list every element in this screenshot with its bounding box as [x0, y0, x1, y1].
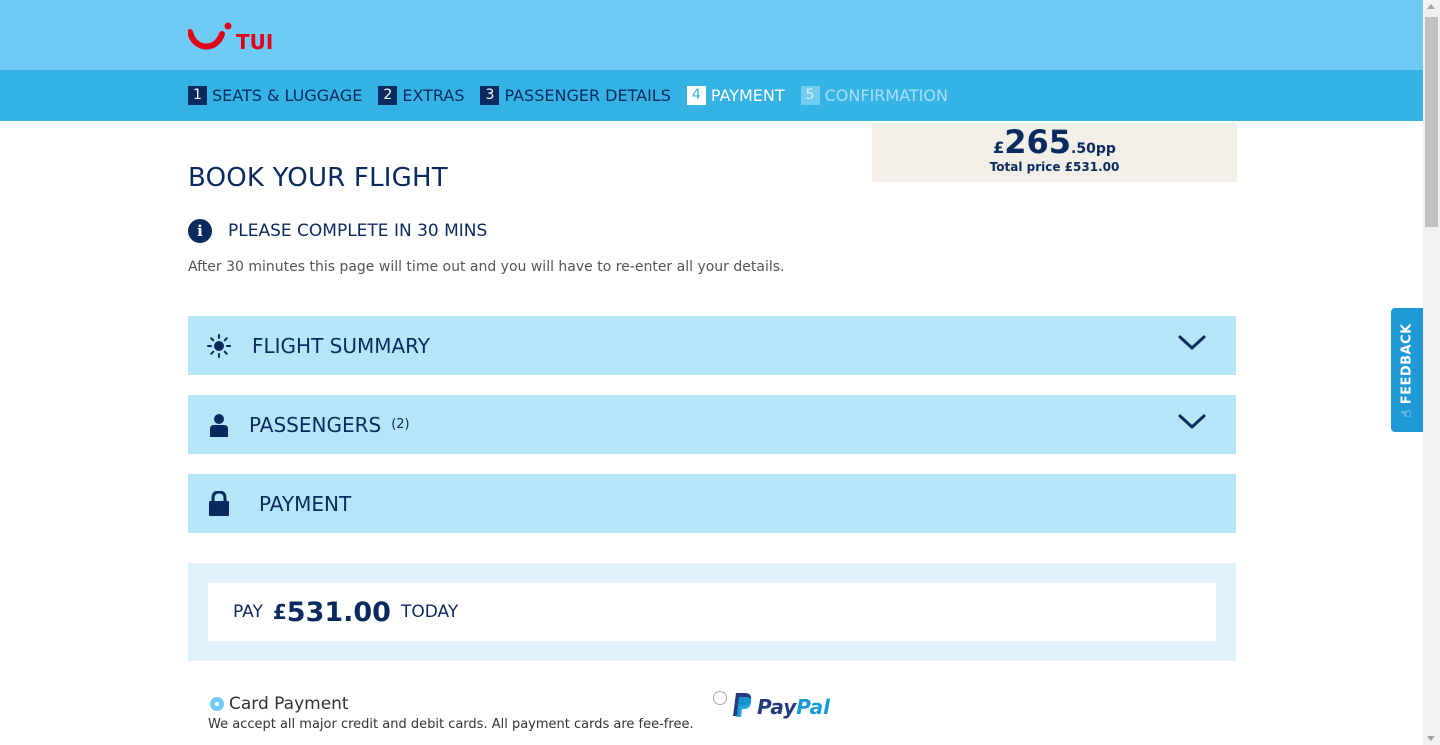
booking-steps: 1 SEATS & LUGGAGE 2 EXTRAS 3 PASSENGER D… [188, 86, 964, 105]
hand-pointer-icon: ☝ [1399, 408, 1415, 418]
payment-section: PAYMENT [188, 474, 1236, 533]
person-icon [207, 413, 231, 437]
card-payment-label: Card Payment [229, 694, 349, 714]
section-title: FLIGHT SUMMARY [252, 333, 431, 358]
paypal-wordmark: PayPal [757, 695, 830, 719]
price-per-person: £265.50pp [872, 123, 1237, 161]
scroll-up-arrow-icon[interactable] [1427, 4, 1435, 9]
step-label: CONFIRMATION [824, 86, 948, 105]
step-label: PASSENGER DETAILS [504, 86, 671, 105]
pay-today-box: PAY £ 531.00 TODAY [208, 583, 1216, 641]
pay-label: PAY [233, 602, 263, 622]
paypal-word-pal: Pal [796, 695, 831, 719]
timeout-text: After 30 minutes this page will time out… [188, 259, 785, 275]
card-payment-option[interactable]: Card Payment [210, 694, 349, 714]
step-number: 5 [800, 86, 820, 105]
pay-today-panel: PAY £ 531.00 TODAY [188, 563, 1236, 661]
booking-steps-bar: 1 SEATS & LUGGAGE 2 EXTRAS 3 PASSENGER D… [0, 70, 1423, 121]
lock-icon [207, 490, 231, 516]
section-title: PASSENGERS [249, 412, 382, 437]
top-header: TUI [0, 0, 1423, 70]
pay-amount: 531.00 [286, 596, 391, 628]
info-icon: i [188, 219, 212, 243]
price-decimal: .50pp [1071, 141, 1116, 157]
passengers-section[interactable]: PASSENGERS (2) [188, 395, 1236, 454]
timeout-notice: i PLEASE COMPLETE IN 30 MINS [188, 219, 487, 243]
feedback-label: FEEDBACK [1399, 322, 1415, 404]
price-summary: £265.50pp Total price £531.00 [872, 123, 1237, 182]
page-title: BOOK YOUR FLIGHT [188, 163, 448, 193]
tui-smile-icon [188, 22, 232, 50]
step-confirmation: 5 CONFIRMATION [800, 86, 948, 105]
step-passenger-details[interactable]: 3 PASSENGER DETAILS [480, 86, 671, 105]
price-currency: £ [993, 138, 1005, 157]
price-whole: 265 [1004, 123, 1072, 161]
timeout-title: PLEASE COMPLETE IN 30 MINS [228, 221, 488, 241]
step-number: 1 [188, 86, 207, 105]
vertical-scrollbar[interactable] [1423, 0, 1440, 745]
step-number: 4 [686, 86, 706, 105]
sun-icon [207, 333, 231, 358]
pay-today-label: TODAY [400, 602, 459, 622]
card-payment-radio[interactable] [210, 697, 224, 711]
chevron-down-icon[interactable] [1178, 413, 1206, 435]
paypal-radio[interactable] [713, 691, 727, 705]
tui-logo[interactable]: TUI [188, 16, 273, 58]
card-payment-description: We accept all major credit and debit car… [208, 717, 694, 732]
flight-summary-section[interactable]: FLIGHT SUMMARY [188, 316, 1236, 375]
scroll-down-arrow-icon[interactable] [1427, 736, 1435, 741]
paypal-icon [733, 693, 752, 717]
paypal-option[interactable]: PayPal [713, 691, 830, 719]
step-payment: 4 PAYMENT [686, 86, 785, 105]
step-number: 3 [480, 86, 500, 105]
paypal-logo: PayPal [731, 691, 830, 719]
step-extras[interactable]: 2 EXTRAS [378, 86, 464, 105]
step-label: SEATS & LUGGAGE [212, 86, 363, 105]
pay-currency: £ [272, 600, 287, 624]
chevron-down-icon[interactable] [1178, 334, 1206, 356]
feedback-tab-content: ☝ FEEDBACK [1400, 323, 1415, 417]
scroll-thumb[interactable] [1425, 17, 1438, 227]
step-label: EXTRAS [402, 86, 465, 105]
step-seats-luggage[interactable]: 1 SEATS & LUGGAGE [188, 86, 362, 105]
section-title: PAYMENT [259, 491, 352, 516]
step-label: PAYMENT [710, 86, 785, 105]
passenger-count: (2) [391, 417, 410, 432]
paypal-word-pay: Pay [757, 695, 797, 719]
feedback-tab[interactable]: ☝ FEEDBACK [1391, 308, 1423, 432]
step-number: 2 [378, 86, 398, 105]
brand-name: TUI [236, 30, 274, 54]
price-total: Total price £531.00 [989, 160, 1120, 174]
